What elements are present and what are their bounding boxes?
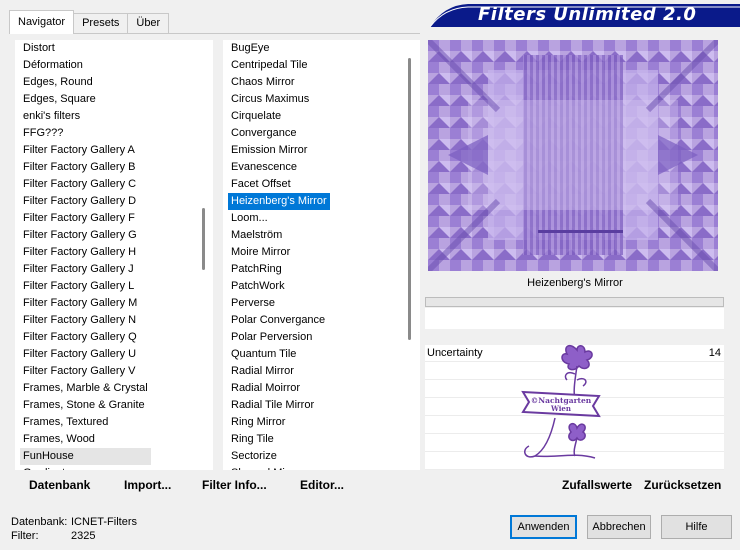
category-scrollbar[interactable] xyxy=(201,40,206,470)
watermark-text-line2: Wien xyxy=(550,404,571,413)
filter-info-button[interactable]: Filter Info... xyxy=(202,478,267,492)
filter-item[interactable]: PatchWork xyxy=(228,278,330,295)
filter-scroll-thumb[interactable] xyxy=(408,58,411,340)
category-item[interactable]: Filter Factory Gallery H xyxy=(20,244,151,261)
filter-item[interactable]: Chaos Mirror xyxy=(228,74,330,91)
filter-item[interactable]: Moire Mirror xyxy=(228,244,330,261)
filter-item[interactable]: BugEye xyxy=(228,40,330,57)
database-status-label: Datenbank: xyxy=(11,516,68,528)
category-item[interactable]: FFG??? xyxy=(20,125,151,142)
watermark-flower-graphic: ©Nachtgarten Wien xyxy=(521,344,601,459)
category-item[interactable]: Edges, Square xyxy=(20,91,151,108)
selected-filter-name: Heizenberg's Mirror xyxy=(527,277,623,289)
category-item[interactable]: FunHouse xyxy=(20,448,151,465)
preview-info-area xyxy=(425,308,724,329)
app-title-banner: Filters Unlimited 2.0 xyxy=(429,3,740,28)
filter-item[interactable]: Sectorize xyxy=(228,448,330,465)
category-item[interactable]: Distort xyxy=(20,40,151,57)
filter-item[interactable]: Skewed Mirror xyxy=(228,465,330,470)
database-status-value: ICNET-Filters xyxy=(71,516,137,528)
tab-strip: Navigator Presets Über xyxy=(9,10,170,34)
filter-item[interactable]: Centripedal Tile xyxy=(228,57,330,74)
filter-count-label: Filter: xyxy=(11,530,39,542)
filter-item[interactable]: PatchRing xyxy=(228,261,330,278)
progress-bar xyxy=(425,297,724,307)
category-scroll-thumb[interactable] xyxy=(202,208,205,270)
category-item[interactable]: Filter Factory Gallery U xyxy=(20,346,151,363)
filter-item[interactable]: Radial Mirror xyxy=(228,363,330,380)
editor-button[interactable]: Editor... xyxy=(300,478,344,492)
category-item[interactable]: Frames, Textured xyxy=(20,414,151,431)
tab-navigator[interactable]: Navigator xyxy=(9,10,75,34)
filter-item[interactable]: Convergance xyxy=(228,125,330,142)
category-list[interactable]: Distort Déformation Edges, Round Edges, Squ… xyxy=(20,40,151,470)
category-item[interactable]: Filter Factory Gallery A xyxy=(20,142,151,159)
filter-item[interactable]: Perverse xyxy=(228,295,330,312)
filter-preview-image xyxy=(428,40,718,271)
category-item[interactable]: Gradient xyxy=(20,465,151,470)
category-item[interactable]: Filter Factory Gallery V xyxy=(20,363,151,380)
filter-item[interactable]: Radial Tile Mirror xyxy=(228,397,330,414)
filter-item[interactable]: Radial Moirror xyxy=(228,380,330,397)
category-item[interactable]: Filter Factory Gallery D xyxy=(20,193,151,210)
filter-list[interactable]: BugEye Centripedal Tile Chaos Mirror Circus… xyxy=(228,40,330,470)
help-button[interactable]: Hilfe xyxy=(661,515,732,539)
category-item[interactable]: Frames, Wood xyxy=(20,431,151,448)
category-item[interactable]: Filter Factory Gallery G xyxy=(20,227,151,244)
category-item[interactable]: Filter Factory Gallery L xyxy=(20,278,151,295)
filter-item[interactable]: Polar Convergance xyxy=(228,312,330,329)
filter-list-panel: BugEye Centripedal Tile Chaos Mirror Circus… xyxy=(223,40,420,470)
category-item[interactable]: Frames, Stone & Granite xyxy=(20,397,151,414)
filter-item[interactable]: Loom... xyxy=(228,210,330,227)
category-item[interactable]: Filter Factory Gallery C xyxy=(20,176,151,193)
category-item[interactable]: Filter Factory Gallery B xyxy=(20,159,151,176)
param-label: Uncertainty xyxy=(427,347,483,359)
tab-presets[interactable]: Presets xyxy=(73,13,129,34)
filter-item[interactable]: Circus Maximus xyxy=(228,91,330,108)
filter-count-value: 2325 xyxy=(71,530,96,542)
cancel-button[interactable]: Abbrechen xyxy=(587,515,651,539)
randomize-button[interactable]: Zufallswerte xyxy=(562,478,632,492)
filter-item[interactable]: Maelström xyxy=(228,227,330,244)
tab-about[interactable]: Über xyxy=(127,13,170,34)
category-item[interactable]: Frames, Marble & Crystal xyxy=(20,380,151,397)
category-item[interactable]: enki's filters xyxy=(20,108,151,125)
category-list-panel: Distort Déformation Edges, Round Edges, Squ… xyxy=(15,40,213,470)
filter-item[interactable]: Ring Mirror xyxy=(228,414,330,431)
filter-item[interactable]: Polar Perversion xyxy=(228,329,330,346)
watermark-logo: ©Nachtgarten Wien xyxy=(515,340,615,466)
app-title: Filters Unlimited 2.0 xyxy=(478,4,697,25)
filter-item[interactable]: Ring Tile xyxy=(228,431,330,448)
param-value[interactable]: 14 xyxy=(709,347,721,359)
apply-button[interactable]: Anwenden xyxy=(510,515,577,539)
filter-item[interactable]: Evanescence xyxy=(228,159,330,176)
filter-item[interactable]: Quantum Tile xyxy=(228,346,330,363)
category-item[interactable]: Filter Factory Gallery M xyxy=(20,295,151,312)
category-item[interactable]: Déformation xyxy=(20,57,151,74)
filter-item[interactable]: Facet Offset xyxy=(228,176,330,193)
filter-item[interactable]: Emission Mirror xyxy=(228,142,330,159)
import-button[interactable]: Import... xyxy=(124,478,171,492)
category-item[interactable]: Filter Factory Gallery J xyxy=(20,261,151,278)
category-item[interactable]: Edges, Round xyxy=(20,74,151,91)
category-item[interactable]: Filter Factory Gallery F xyxy=(20,210,151,227)
filter-item[interactable]: Cirquelate xyxy=(228,108,330,125)
filter-item[interactable]: Heizenberg's Mirror xyxy=(228,193,330,210)
category-item[interactable]: Filter Factory Gallery N xyxy=(20,312,151,329)
preview-pattern xyxy=(428,40,718,271)
reset-button[interactable]: Zurücksetzen xyxy=(644,478,721,492)
filter-scrollbar[interactable] xyxy=(407,40,412,470)
database-button[interactable]: Datenbank xyxy=(29,478,90,492)
category-item[interactable]: Filter Factory Gallery Q xyxy=(20,329,151,346)
